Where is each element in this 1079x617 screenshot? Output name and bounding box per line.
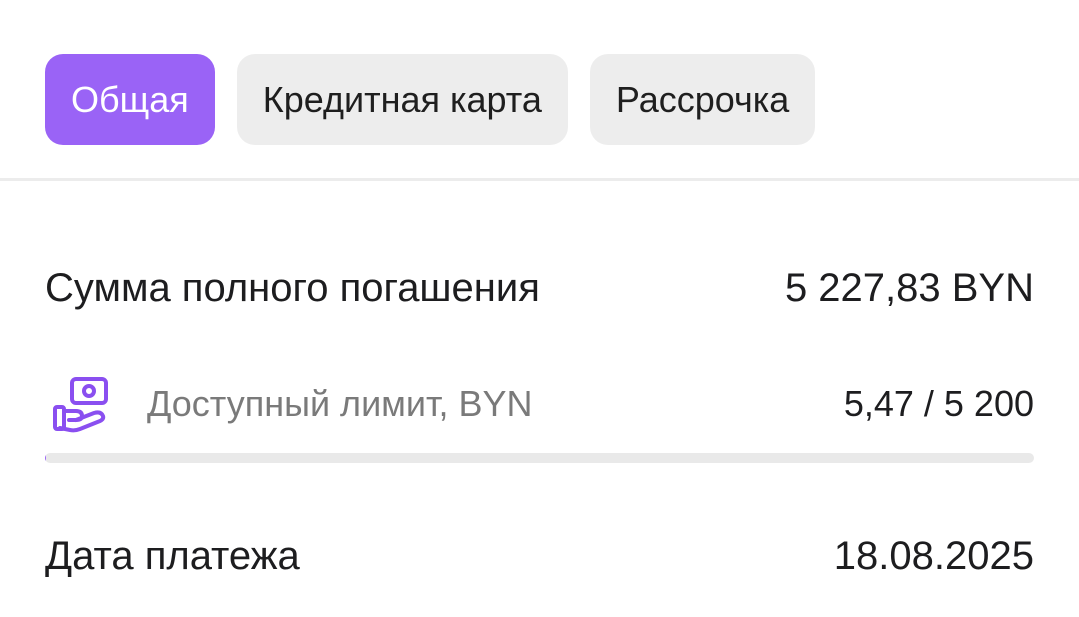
available-limit-left: Доступный лимит, BYN [45,373,533,435]
tab-general[interactable]: Общая [45,54,215,145]
divider [0,178,1079,181]
tab-credit-card[interactable]: Кредитная карта [236,54,568,145]
available-limit-row: Доступный лимит, BYN 5,47 / 5 200 [45,372,1034,436]
limit-progress-bar [45,453,1034,463]
tab-installment[interactable]: Рассрочка [589,54,816,145]
total-repayment-value: 5 227,83 BYN [784,265,1034,310]
total-repayment-label: Сумма полного погашения [45,265,540,310]
available-limit-label: Доступный лимит, BYN [147,383,533,424]
payment-date-label: Дата платежа [45,533,300,578]
total-repayment-row: Сумма полного погашения 5 227,83 BYN [45,258,1034,318]
payment-date-row: Дата платежа 18.08.2025 [45,526,1034,586]
tab-bar: Общая Кредитная карта Рассрочка [45,54,816,145]
money-hand-icon [49,373,111,435]
available-limit-value: 5,47 / 5 200 [843,383,1034,424]
payment-date-value: 18.08.2025 [833,533,1034,578]
limit-progress-fill [45,453,47,463]
